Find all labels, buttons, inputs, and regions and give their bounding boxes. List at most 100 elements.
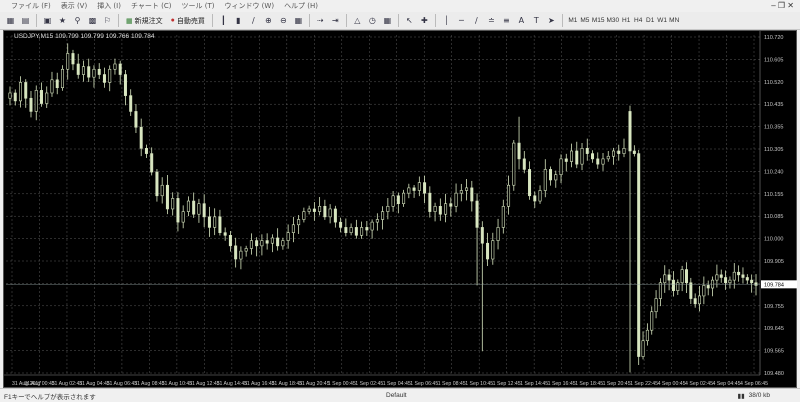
- candle-body: [81, 66, 85, 75]
- restore-icon[interactable]: ❐: [778, 1, 785, 10]
- candle-body: [702, 285, 706, 297]
- timeframe-m1[interactable]: M1: [567, 17, 579, 24]
- candle-body: [71, 53, 75, 65]
- timeframe-m5[interactable]: M5: [579, 17, 591, 24]
- arrows-icon[interactable]: ➤: [545, 14, 558, 28]
- zoom-in-icon[interactable]: ⊕: [262, 14, 275, 28]
- price-chart[interactable]: 110.720 110.605 110.520 110.435 110.355 110.3…: [4, 31, 798, 389]
- auto-trading-button[interactable]: ● 自動売買: [168, 16, 208, 26]
- candles-icon[interactable]: ▮: [232, 14, 245, 28]
- timeframe-w1[interactable]: W1: [656, 17, 668, 24]
- candle-body: [622, 148, 626, 154]
- candle-body: [234, 245, 238, 260]
- menu-bar: ファイル (F) 表示 (V) 挿入 (I) チャート (C) ツール (T) …: [0, 0, 800, 12]
- terminal-icon[interactable]: ▩: [86, 14, 99, 28]
- candle-body: [391, 195, 395, 207]
- menu-file[interactable]: ファイル (F): [6, 1, 56, 11]
- close-icon[interactable]: ✕: [787, 1, 794, 10]
- timeframe-h4[interactable]: H4: [632, 17, 644, 24]
- chart-window[interactable]: 110.720 110.605 110.520 110.435 110.355 110.3…: [3, 30, 797, 388]
- zoom-out-icon[interactable]: ⊖: [277, 14, 290, 28]
- candle-body: [197, 203, 201, 215]
- candle-body: [181, 211, 185, 223]
- x-tick-label: 1 Sep 10:45: [465, 381, 493, 387]
- navigator-icon[interactable]: ★: [56, 14, 69, 28]
- candle-body: [13, 92, 17, 102]
- y-tick-label: 110.000: [764, 237, 783, 243]
- y-tick-label: 110.520: [764, 80, 783, 86]
- new-order-label: 新規注文: [134, 17, 163, 25]
- candle-body: [507, 184, 511, 207]
- candle-body: [155, 171, 159, 197]
- y-tick-label: 110.085: [764, 214, 783, 220]
- toolbar-separator: [118, 14, 119, 27]
- candle-body: [698, 295, 702, 305]
- fibo-icon[interactable]: ≡: [500, 14, 513, 28]
- candle-body: [18, 82, 22, 102]
- new-order-button[interactable]: ▦ 新規注文: [123, 16, 166, 26]
- candle-body: [741, 274, 745, 278]
- candle-body: [711, 279, 715, 289]
- candle-body: [265, 240, 269, 244]
- indicators-icon[interactable]: △: [351, 14, 364, 28]
- candle-body: [522, 158, 526, 170]
- timeframe-h1[interactable]: H1: [620, 17, 632, 24]
- candle-body: [449, 203, 453, 207]
- timeframe-m30[interactable]: M30: [606, 17, 621, 24]
- candle-body: [150, 153, 154, 173]
- candle-body: [475, 200, 479, 228]
- candle-body: [339, 221, 343, 228]
- candle-body: [92, 68, 96, 78]
- vline-icon[interactable]: │: [440, 14, 453, 28]
- shift-icon[interactable]: ⇥: [329, 14, 342, 28]
- timeframe-mn[interactable]: MN: [668, 17, 680, 24]
- candle-body: [732, 271, 736, 281]
- bars-icon[interactable]: ┃: [217, 14, 230, 28]
- window-icon[interactable]: ▣: [41, 14, 54, 28]
- minimize-icon[interactable]: –: [771, 1, 775, 10]
- menu-view[interactable]: 表示 (V): [56, 1, 92, 11]
- menu-help[interactable]: ヘルプ (H): [279, 1, 323, 11]
- menu-insert[interactable]: 挿入 (I): [92, 1, 126, 11]
- trendline-icon[interactable]: ∕: [470, 14, 483, 28]
- menu-charts[interactable]: チャート (C): [126, 1, 177, 11]
- periods-icon[interactable]: ◷: [366, 14, 379, 28]
- candle-body: [417, 182, 421, 191]
- x-tick-label: 31 Aug 18:45: [272, 381, 303, 387]
- profiles-icon[interactable]: ▤: [19, 14, 32, 28]
- scroll-icon[interactable]: ⇢: [314, 14, 327, 28]
- line-icon[interactable]: ∕: [247, 14, 260, 28]
- toolbar-separator: [561, 14, 563, 27]
- templates-icon[interactable]: ▦: [381, 14, 394, 28]
- status-help-text: F1キーでヘルプが表示されます: [4, 393, 96, 401]
- menu-tools[interactable]: ツール (T): [176, 1, 219, 11]
- tester-icon[interactable]: ⚐: [101, 14, 114, 28]
- candle-body: [223, 232, 227, 236]
- timeframe-m15[interactable]: M15: [591, 17, 606, 24]
- hline-icon[interactable]: ─: [455, 14, 468, 28]
- candle-body: [433, 206, 437, 212]
- cursor-icon[interactable]: ↖: [403, 14, 416, 28]
- text-icon[interactable]: A: [515, 14, 528, 28]
- candle-body: [139, 126, 143, 149]
- candle-body: [176, 198, 180, 223]
- x-tick-label: 31 Aug 02:45: [52, 381, 83, 387]
- new-chart-icon[interactable]: ▦: [4, 14, 17, 28]
- crosshair-icon[interactable]: ✚: [418, 14, 431, 28]
- search-icon[interactable]: ⚲: [71, 14, 84, 28]
- toolbar-separator: [397, 14, 399, 27]
- channel-icon[interactable]: ≐: [485, 14, 498, 28]
- candle-body: [554, 174, 558, 181]
- candle-body: [543, 169, 547, 191]
- menu-window[interactable]: ウィンドウ (W): [219, 1, 279, 11]
- x-tick-label: 4 Sep 02:45: [685, 381, 713, 387]
- tile-icon[interactable]: ▦: [292, 14, 305, 28]
- status-bar: F1キーでヘルプが表示されます Default ▮▮ 38/0 kb: [0, 388, 800, 402]
- toolbar-separator: [434, 14, 436, 27]
- candle-body: [202, 203, 206, 218]
- timeframe-d1[interactable]: D1: [644, 17, 656, 24]
- candle-body: [207, 216, 211, 228]
- window-controls: – ❐ ✕: [771, 1, 794, 10]
- y-tick-label: 110.155: [764, 192, 783, 198]
- label-icon[interactable]: T: [530, 14, 543, 28]
